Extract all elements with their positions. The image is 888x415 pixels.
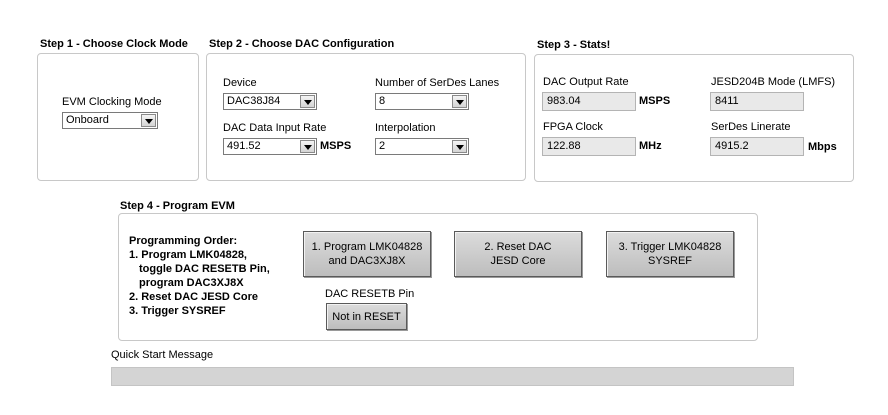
interpolation-value: 2 <box>379 140 386 152</box>
fpga-clock-label: FPGA Clock <box>543 121 603 133</box>
program-lmk-dac-label: 1. Program LMK04828 and DAC3XJ8X <box>311 241 423 267</box>
dac-output-rate-value: 983.04 <box>547 95 581 107</box>
interpolation-select[interactable]: 2 <box>375 138 469 155</box>
dac-output-rate-indicator: 983.04 <box>542 92 636 111</box>
jesd-mode-value: 8411 <box>715 95 739 107</box>
dac-resetb-label: DAC RESETB Pin <box>325 288 415 300</box>
step3-panel: DAC Output Rate 983.04 MSPS JESD204B Mod… <box>534 54 854 182</box>
fpga-clock-value: 122.88 <box>547 140 581 152</box>
fpga-clock-unit: MHz <box>639 140 662 152</box>
jesd-mode-indicator: 8411 <box>710 92 804 111</box>
step1-panel: EVM Clocking Mode Onboard <box>37 53 199 181</box>
trigger-sysref-label: 3. Trigger LMK04828 SYSREF <box>618 241 722 267</box>
trigger-sysref-button[interactable]: 3. Trigger LMK04828 SYSREF <box>606 231 734 277</box>
jesd-mode-label: JESD204B Mode (LMFS) <box>711 76 836 88</box>
serdes-lanes-value: 8 <box>379 95 386 107</box>
programming-order-line: 2. Reset DAC JESD Core <box>129 291 258 303</box>
programming-order-line: toggle DAC RESETB Pin, <box>139 263 270 275</box>
dac-output-rate-unit: MSPS <box>639 95 671 107</box>
dac-input-rate-label: DAC Data Input Rate <box>223 122 327 134</box>
quick-start-message-box <box>111 367 794 386</box>
device-select[interactable]: DAC38J84 <box>223 93 317 110</box>
device-value: DAC38J84 <box>227 95 281 107</box>
serdes-lanes-select[interactable]: 8 <box>375 93 469 110</box>
fpga-clock-indicator: 122.88 <box>542 137 636 156</box>
serdes-linerate-label: SerDes Linerate <box>711 121 791 133</box>
program-lmk-dac-button[interactable]: 1. Program LMK04828 and DAC3XJ8X <box>303 231 431 277</box>
programming-order: Programming Order: 1. Program LMK04828, … <box>129 234 270 318</box>
evm-clocking-value: Onboard <box>66 114 109 126</box>
interpolation-label: Interpolation <box>375 122 436 134</box>
chevron-down-icon[interactable] <box>141 114 156 127</box>
programming-order-line: Programming Order: <box>129 235 238 247</box>
step3-title: Step 3 - Stats! <box>537 39 611 51</box>
chevron-down-icon[interactable] <box>452 140 467 153</box>
evm-clocking-select[interactable]: Onboard <box>62 112 158 129</box>
evm-clocking-label: EVM Clocking Mode <box>62 96 162 108</box>
programming-order-line: 3. Trigger SYSREF <box>129 305 226 317</box>
serdes-linerate-unit: Mbps <box>808 141 837 153</box>
chevron-down-icon[interactable] <box>300 140 315 153</box>
dac-resetb-state: Not in RESET <box>332 310 401 323</box>
step4-panel: Programming Order: 1. Program LMK04828, … <box>118 213 758 341</box>
quick-start-label: Quick Start Message <box>111 349 214 361</box>
step2-panel: Device DAC38J84 Number of SerDes Lanes 8… <box>206 53 526 181</box>
dac-resetb-toggle[interactable]: Not in RESET <box>326 303 407 330</box>
chevron-down-icon[interactable] <box>452 95 467 108</box>
step2-title: Step 2 - Choose DAC Configuration <box>209 38 395 50</box>
step1-title: Step 1 - Choose Clock Mode <box>40 38 188 50</box>
dac-output-rate-label: DAC Output Rate <box>543 76 629 88</box>
serdes-lanes-label: Number of SerDes Lanes <box>375 77 500 89</box>
reset-dac-jesd-button[interactable]: 2. Reset DAC JESD Core <box>454 231 582 277</box>
reset-dac-jesd-label: 2. Reset DAC JESD Core <box>484 241 552 267</box>
programming-order-line: 1. Program LMK04828, <box>129 249 247 261</box>
chevron-down-icon[interactable] <box>300 95 315 108</box>
programming-order-line: program DAC3XJ8X <box>139 277 244 289</box>
dac-input-rate-value: 491.52 <box>227 140 261 152</box>
dac-input-rate-unit: MSPS <box>320 140 352 152</box>
step4-title: Step 4 - Program EVM <box>120 200 235 212</box>
serdes-linerate-indicator: 4915.2 <box>710 137 804 156</box>
serdes-linerate-value: 4915.2 <box>715 140 749 152</box>
dac-input-rate-select[interactable]: 491.52 <box>223 138 317 155</box>
device-label: Device <box>223 77 257 89</box>
